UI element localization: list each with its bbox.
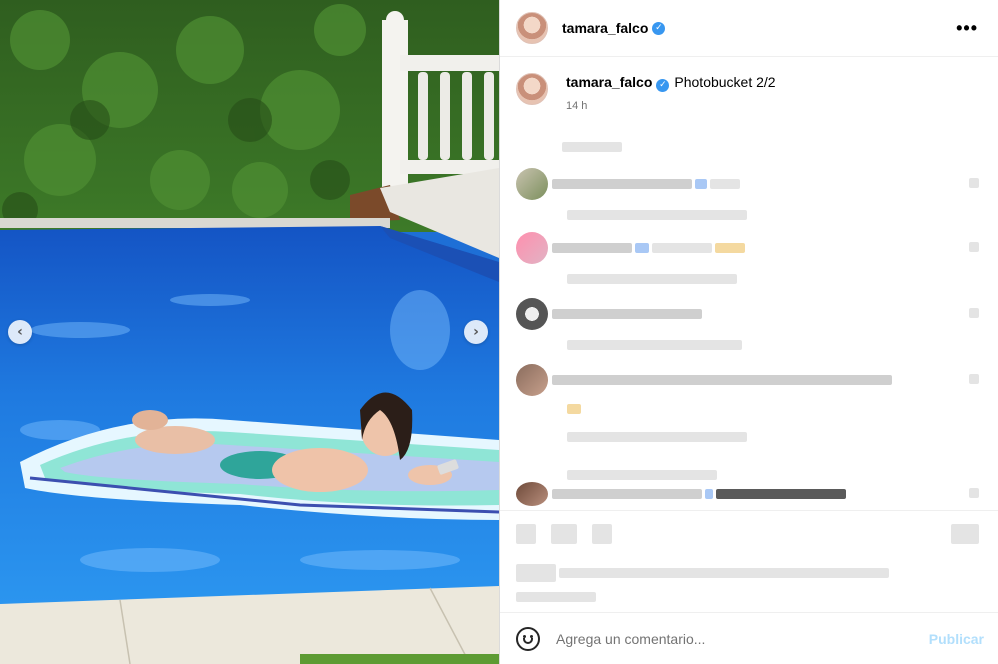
chevron-left-icon: ‹ <box>17 324 23 340</box>
post-photo[interactable]: ‹ › <box>0 0 499 664</box>
comment-composer: Publicar <box>500 612 998 664</box>
caption-text: Photobucket 2/2 <box>674 74 776 90</box>
blurred-comment-header <box>516 138 982 156</box>
verified-badge-icon: ✓ <box>652 21 666 35</box>
blurred-comment <box>516 482 982 506</box>
next-photo-button[interactable]: › <box>464 320 488 344</box>
chevron-right-icon: › <box>473 324 479 340</box>
publish-button[interactable]: Publicar <box>929 631 984 647</box>
previous-photo-button[interactable]: ‹ <box>8 320 32 344</box>
blurred-comment <box>516 168 982 224</box>
caption-line: tamara_falco ✓ Photobucket 2/2 <box>566 73 776 92</box>
actions-divider <box>500 510 998 511</box>
comment-input[interactable] <box>556 630 929 647</box>
post-timestamp[interactable]: 14 h <box>566 100 776 112</box>
post-modal: ‹ › tamara_falco ✓ ••• tamara_falco ✓ Phot… <box>0 0 998 664</box>
caption-avatar[interactable] <box>516 73 548 105</box>
blurred-comment <box>516 232 982 288</box>
caption-username[interactable]: tamara_falco <box>566 74 652 90</box>
post-header: tamara_falco ✓ ••• <box>500 0 998 57</box>
blurred-comment <box>516 364 982 484</box>
caption-verified-badge-icon: ✓ <box>656 78 670 92</box>
header-username[interactable]: tamara_falco <box>562 20 648 36</box>
blurred-likes-row <box>516 564 982 606</box>
emoji-icon[interactable] <box>516 626 540 651</box>
post-side-panel: tamara_falco ✓ ••• tamara_falco ✓ Photobuc… <box>499 0 998 664</box>
blurred-comment <box>516 298 982 354</box>
avatar[interactable] <box>516 12 548 44</box>
more-options-icon[interactable]: ••• <box>952 18 982 39</box>
pool-photo-image <box>0 0 499 664</box>
blurred-action-icons[interactable] <box>516 524 982 544</box>
